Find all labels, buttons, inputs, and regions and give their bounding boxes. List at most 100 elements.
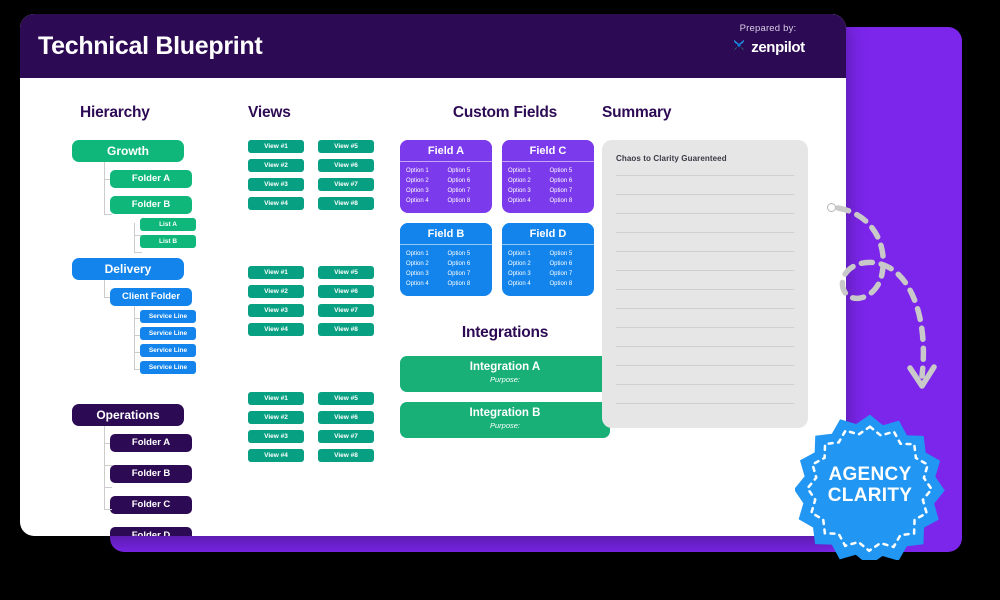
custom-field-option[interactable]: Option 1 [508,167,547,176]
hierarchy-node-folder[interactable]: Folder C [110,496,192,514]
summary-ruled-line [616,213,794,214]
views-heading: Views [248,104,291,121]
custom-field-option[interactable]: Option 2 [508,260,547,269]
blueprint-card: Technical Blueprint Prepared by: zenpilo… [20,14,846,536]
view-chip[interactable]: View #4 [248,323,304,336]
starburst-seal-icon [793,414,945,566]
custom-field-card[interactable]: Field D Option 1 Option 5 Option 2 Optio… [502,223,594,296]
custom-field-title: Field C [502,140,594,162]
view-chip[interactable]: View #5 [318,266,374,279]
custom-field-option[interactable]: Option 2 [508,177,547,186]
view-chip[interactable]: View #3 [248,430,304,443]
custom-field-option[interactable]: Option 2 [406,177,445,186]
hierarchy-node-list[interactable]: List B [140,235,196,248]
hierarchy-node-folder[interactable]: Folder A [110,434,192,452]
view-chip[interactable]: View #1 [248,140,304,153]
view-chip[interactable]: View #6 [318,285,374,298]
tree-connector [104,426,105,509]
custom-field-option[interactable]: Option 3 [508,187,547,196]
custom-field-option[interactable]: Option 4 [406,280,445,289]
view-chip[interactable]: View #1 [248,392,304,405]
view-chip[interactable]: View #1 [248,266,304,279]
view-chip[interactable]: View #5 [318,140,374,153]
view-chip[interactable]: View #7 [318,304,374,317]
summary-panel[interactable]: Chaos to Clarity Guarenteed [602,140,808,428]
custom-field-option[interactable]: Option 2 [406,260,445,269]
custom-field-option[interactable]: Option 7 [448,187,487,196]
custom-field-card[interactable]: Field C Option 1 Option 5 Option 2 Optio… [502,140,594,213]
hierarchy-node-list[interactable]: List A [140,218,196,231]
custom-field-option[interactable]: Option 8 [550,280,589,289]
custom-field-option[interactable]: Option 4 [508,280,547,289]
hierarchy-node-service-line[interactable]: Service Line [140,310,196,323]
hierarchy-node-service-line[interactable]: Service Line [140,327,196,340]
view-chip[interactable]: View #4 [248,197,304,210]
view-chip[interactable]: View #3 [248,304,304,317]
integration-card[interactable]: Integration B Purpose: [400,402,610,438]
hierarchy-node-folder[interactable]: Folder B [110,465,192,483]
view-chip[interactable]: View #2 [248,285,304,298]
custom-field-option[interactable]: Option 5 [550,167,589,176]
view-chip[interactable]: View #8 [318,197,374,210]
hierarchy-node-folder[interactable]: Folder A [110,170,192,188]
custom-field-option[interactable]: Option 8 [448,280,487,289]
custom-field-option[interactable]: Option 4 [508,197,547,206]
custom-field-option[interactable]: Option 8 [550,197,589,206]
view-chip[interactable]: View #4 [248,449,304,462]
hierarchy-node-service-line[interactable]: Service Line [140,344,196,357]
custom-field-option[interactable]: Option 7 [550,270,589,279]
view-chip[interactable]: View #5 [318,392,374,405]
views-block: View #1 View #5 View #2 View #6 View #3 … [248,392,388,462]
page-title: Technical Blueprint [38,31,263,60]
view-chip[interactable]: View #8 [318,449,374,462]
view-chip[interactable]: View #2 [248,159,304,172]
view-chip[interactable]: View #8 [318,323,374,336]
view-chip[interactable]: View #2 [248,411,304,424]
tree-connector [104,487,112,488]
hierarchy-node-root[interactable]: Operations [72,404,184,426]
custom-field-option[interactable]: Option 3 [406,270,445,279]
custom-field-option[interactable]: Option 7 [550,187,589,196]
view-chip[interactable]: View #6 [318,159,374,172]
hierarchy-node-service-line[interactable]: Service Line [140,361,196,374]
summary-ruled-line [616,251,794,252]
hierarchy-node-folder[interactable]: Folder D [110,527,192,536]
card-header: Technical Blueprint Prepared by: zenpilo… [20,14,846,78]
view-chip[interactable]: View #3 [248,178,304,191]
integration-name: Integration B [469,407,541,419]
integration-purpose: Purpose: [489,421,521,430]
custom-field-card[interactable]: Field A Option 1 Option 5 Option 2 Optio… [400,140,492,213]
view-chip[interactable]: View #6 [318,411,374,424]
view-chip[interactable]: View #7 [318,178,374,191]
hierarchy-node-root[interactable]: Growth [72,140,184,162]
hierarchy-node-folder[interactable]: Client Folder [110,288,192,306]
integration-card[interactable]: Integration A Purpose: [400,356,610,392]
view-chip[interactable]: View #7 [318,430,374,443]
custom-field-option[interactable]: Option 3 [508,270,547,279]
hierarchy-column: Hierarchy Growth Folder A Folder B List … [60,78,240,536]
custom-field-option[interactable]: Option 6 [448,177,487,186]
custom-field-option[interactable]: Option 7 [448,270,487,279]
custom-field-option[interactable]: Option 5 [550,250,589,259]
custom-field-option[interactable]: Option 6 [550,177,589,186]
hierarchy-group-operations: Operations Folder A Folder B Folder C Fo… [60,404,240,536]
hierarchy-node-root[interactable]: Delivery [72,258,184,280]
custom-field-card[interactable]: Field B Option 1 Option 5 Option 2 Optio… [400,223,492,296]
custom-field-option[interactable]: Option 1 [406,250,445,259]
custom-fields-heading: Custom Fields [452,104,558,121]
custom-field-option[interactable]: Option 8 [448,197,487,206]
tree-connector [134,223,135,252]
hierarchy-group-delivery: Delivery Client Folder Service Line Serv… [60,258,240,380]
hierarchy-node-folder[interactable]: Folder B [110,196,192,214]
custom-field-option[interactable]: Option 4 [406,197,445,206]
views-block: View #1 View #5 View #2 View #6 View #3 … [248,266,388,336]
custom-field-option[interactable]: Option 5 [448,167,487,176]
summary-ruled-line [616,270,794,271]
summary-ruled-line [616,365,794,366]
custom-field-option[interactable]: Option 1 [508,250,547,259]
custom-field-option[interactable]: Option 3 [406,187,445,196]
custom-field-option[interactable]: Option 1 [406,167,445,176]
custom-field-option[interactable]: Option 6 [550,260,589,269]
custom-field-option[interactable]: Option 5 [448,250,487,259]
custom-field-option[interactable]: Option 6 [448,260,487,269]
